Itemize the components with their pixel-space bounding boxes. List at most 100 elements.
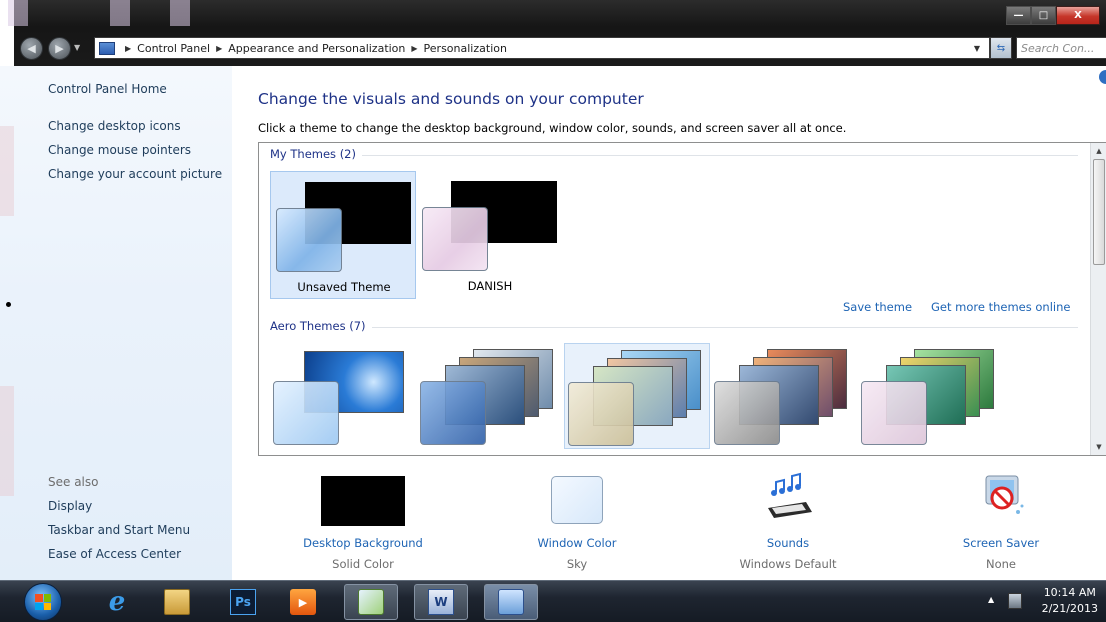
recent-pages-dropdown-icon[interactable]: ▼ <box>74 43 80 52</box>
aero-theme-nature[interactable] <box>858 349 1004 449</box>
control-panel-home-link[interactable]: Control Panel Home <box>48 82 167 96</box>
breadcrumb-personalization[interactable]: Personalization <box>424 42 507 55</box>
window-color-glass-icon <box>273 381 339 445</box>
window-color-glass-icon <box>276 208 342 272</box>
display-link[interactable]: Display <box>48 499 92 513</box>
taskbar-paint[interactable] <box>344 584 398 620</box>
aero-theme-architecture[interactable] <box>417 349 563 449</box>
clock-date: 2/21/2013 <box>1041 602 1098 615</box>
internet-explorer-icon: e <box>108 587 126 617</box>
taskbar-start-menu-link[interactable]: Taskbar and Start Menu <box>48 523 190 537</box>
background-decoration <box>8 0 28 26</box>
bullet-dot <box>6 302 11 307</box>
left-task-pane: Control Panel Home Change desktop icons … <box>0 66 232 580</box>
control-panel-icon <box>498 589 524 615</box>
my-themes-heading: My Themes (2) <box>270 147 362 161</box>
breadcrumb-control-panel[interactable]: Control Panel <box>137 42 210 55</box>
save-theme-link[interactable]: Save theme <box>843 300 912 314</box>
clock-time: 10:14 AM <box>1043 586 1096 599</box>
setting-label[interactable]: Window Color <box>492 536 662 550</box>
theme-list: My Themes (2) Unsaved Theme DANISH Save … <box>258 142 1106 456</box>
navigation-bar: ◀ ▶ ▼ ▶ Control Panel ▶ Appearance and P… <box>14 36 1106 60</box>
theme-unsaved[interactable]: Unsaved Theme <box>270 171 416 299</box>
taskbar-word[interactable]: W <box>414 584 468 620</box>
setting-label[interactable]: Screen Saver <box>916 536 1086 550</box>
screen-saver-icon <box>985 475 1024 514</box>
maximize-button[interactable]: □ <box>1031 6 1056 25</box>
paint-icon <box>358 589 384 615</box>
scrollbar-thumb[interactable] <box>1093 159 1105 265</box>
network-icon[interactable] <box>1008 593 1022 609</box>
background-decoration <box>110 0 130 26</box>
group-divider <box>270 155 1078 156</box>
window-color-glass-icon <box>422 207 488 271</box>
aero-theme-landscapes[interactable] <box>711 349 857 449</box>
page-subtitle: Click a theme to change the desktop back… <box>258 121 847 135</box>
refresh-button[interactable]: ⇆ <box>990 37 1012 59</box>
address-bar[interactable]: ▶ Control Panel ▶ Appearance and Persona… <box>94 37 990 59</box>
sky-color-swatch-icon <box>551 476 603 524</box>
black-swatch-icon <box>321 476 405 526</box>
notification-area: ▲ 10:14 AM 2/21/2013 <box>986 581 1106 622</box>
setting-value: Solid Color <box>332 557 394 571</box>
control-panel-icon <box>99 41 115 55</box>
page-title: Change the visuals and sounds on your co… <box>258 90 644 108</box>
aero-theme-characters[interactable] <box>564 343 710 449</box>
ease-of-access-link[interactable]: Ease of Access Center <box>48 547 181 561</box>
taskbar-media-player[interactable]: ▶ <box>276 584 330 620</box>
see-also-heading: See also <box>48 475 99 489</box>
clock[interactable]: 10:14 AM 2/21/2013 <box>1042 585 1098 617</box>
window-chrome: — □ X ◀ ▶ ▼ ▶ Control Panel ▶ Appearance… <box>0 0 1106 66</box>
setting-value: None <box>985 557 1016 571</box>
setting-value: Sky <box>566 557 588 571</box>
forward-button[interactable]: ▶ <box>48 37 71 60</box>
search-input[interactable]: Search Con... <box>1016 37 1106 59</box>
change-desktop-icons-link[interactable]: Change desktop icons <box>48 119 181 133</box>
get-more-themes-link[interactable]: Get more themes online <box>931 300 1070 314</box>
chevron-right-icon[interactable]: ▶ <box>411 44 417 53</box>
window-color-glass-icon <box>568 382 634 446</box>
show-hidden-icons-icon[interactable]: ▲ <box>988 595 994 604</box>
theme-name: Unsaved Theme <box>297 280 391 294</box>
group-divider <box>270 327 1078 328</box>
aero-themes-heading: Aero Themes (7) <box>270 319 372 333</box>
theme-list-scrollbar[interactable]: ▲ ▼ <box>1090 143 1106 455</box>
theme-danish[interactable]: DANISH <box>417 171 563 299</box>
setting-value: Windows Default <box>739 557 837 571</box>
chevron-right-icon[interactable]: ▶ <box>125 44 131 53</box>
main-content: Change the visuals and sounds on your co… <box>232 66 1106 580</box>
background-decoration <box>0 386 14 496</box>
change-mouse-pointers-link[interactable]: Change mouse pointers <box>48 143 191 157</box>
help-icon[interactable] <box>1099 70 1106 84</box>
taskbar: e Ps ▶ W ▲ 10:14 AM 2/21/2013 <box>0 580 1106 622</box>
window-controls: — □ X <box>1006 6 1100 25</box>
window-color-glass-icon <box>714 381 780 445</box>
window-color-glass-icon <box>420 381 486 445</box>
scroll-up-icon[interactable]: ▲ <box>1091 143 1106 159</box>
scroll-down-icon[interactable]: ▼ <box>1091 439 1106 455</box>
breadcrumb-appearance[interactable]: Appearance and Personalization <box>228 42 405 55</box>
taskbar-control-panel[interactable] <box>484 584 538 620</box>
photoshop-icon: Ps <box>230 589 256 615</box>
music-notes-icon <box>768 472 812 518</box>
file-explorer-icon <box>164 589 190 615</box>
chevron-right-icon[interactable]: ▶ <box>216 44 222 53</box>
background-decoration <box>0 126 14 216</box>
address-dropdown-icon[interactable]: ▼ <box>966 37 988 59</box>
back-button[interactable]: ◀ <box>20 37 43 60</box>
start-button[interactable] <box>24 583 62 621</box>
media-player-icon: ▶ <box>290 589 316 615</box>
aero-theme-windows7[interactable] <box>270 349 416 449</box>
taskbar-file-explorer[interactable] <box>150 584 204 620</box>
taskbar-internet-explorer[interactable]: e <box>90 584 144 620</box>
window-color-glass-icon <box>861 381 927 445</box>
setting-label[interactable]: Sounds <box>703 536 873 550</box>
close-button[interactable]: X <box>1056 6 1100 25</box>
taskbar-photoshop[interactable]: Ps <box>216 584 270 620</box>
theme-name: DANISH <box>467 279 513 293</box>
setting-label[interactable]: Desktop Background <box>278 536 448 550</box>
word-icon: W <box>428 589 454 615</box>
minimize-button[interactable]: — <box>1006 6 1031 25</box>
change-account-picture-link[interactable]: Change your account picture <box>48 167 222 181</box>
background-decoration <box>170 0 190 26</box>
